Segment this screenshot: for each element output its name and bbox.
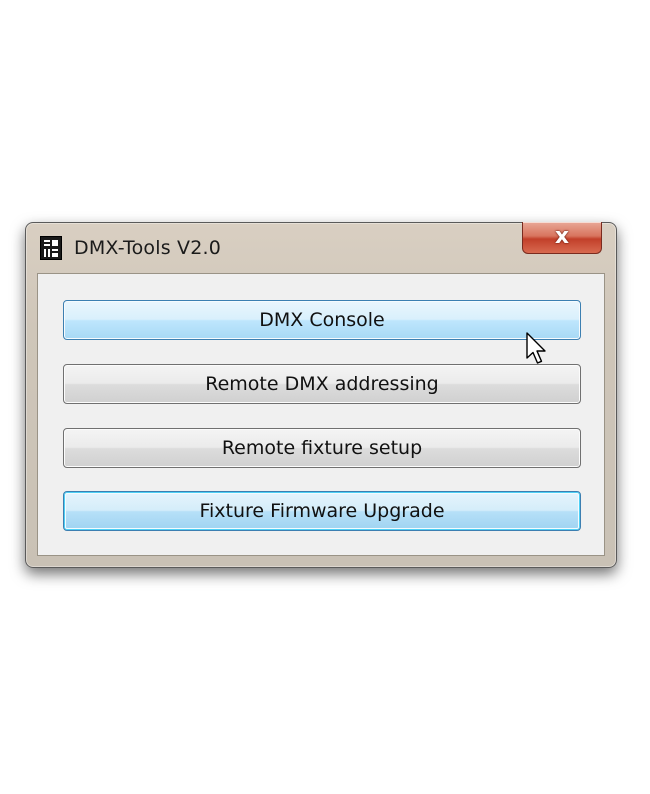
client-area: DMX Console Remote DMX addressing Remote… xyxy=(37,273,605,556)
mouse-pointer-icon xyxy=(526,332,546,364)
close-button[interactable]: x xyxy=(522,222,602,254)
remote-fixture-setup-button[interactable]: Remote fixture setup xyxy=(63,428,581,468)
fixture-firmware-upgrade-button[interactable]: Fixture Firmware Upgrade xyxy=(63,491,581,531)
dmx-tools-window: DMX-Tools V2.0 x DMX Console Remote DMX … xyxy=(25,222,617,568)
dmx-console-button[interactable]: DMX Console xyxy=(63,300,581,340)
title-bar[interactable]: DMX-Tools V2.0 x xyxy=(26,222,616,273)
remote-dmx-addressing-button[interactable]: Remote DMX addressing xyxy=(63,364,581,404)
window-title: DMX-Tools V2.0 xyxy=(74,237,222,259)
screen: DMX-Tools V2.0 x DMX Console Remote DMX … xyxy=(0,0,650,794)
app-logo-icon xyxy=(40,236,62,260)
close-icon: x xyxy=(554,224,570,249)
